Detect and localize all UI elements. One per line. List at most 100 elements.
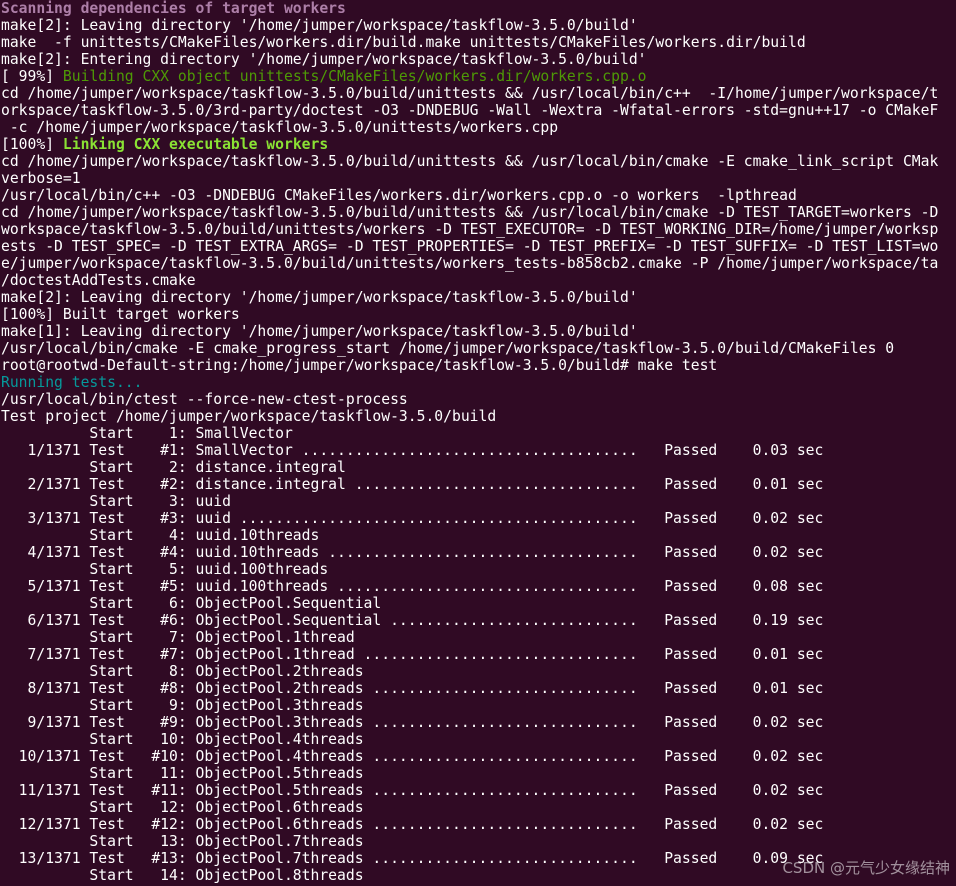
terminal-line-text: make[2]: Leaving directory '/home/jumper… bbox=[1, 289, 638, 306]
terminal-line-text: 8/1371 Test #8: ObjectPool.2threads ....… bbox=[1, 680, 824, 697]
terminal-line-highlight: Building CXX object unittests/CMakeFiles… bbox=[62, 68, 647, 85]
terminal-line-text: Start 1: SmallVector bbox=[1, 425, 293, 442]
terminal-line-text: 11/1371 Test #11: ObjectPool.5threads ..… bbox=[1, 782, 824, 799]
terminal-line: cd /home/jumper/workspace/taskflow-3.5.0… bbox=[0, 153, 956, 170]
terminal-line: verbose=1 bbox=[0, 170, 956, 187]
terminal-line-highlight: Linking CXX executable workers bbox=[62, 136, 329, 153]
terminal-line-text: verbose=1 bbox=[1, 170, 81, 187]
terminal-line: /usr/local/bin/ctest --force-new-ctest-p… bbox=[0, 391, 956, 408]
terminal-line: Start 2: distance.integral bbox=[0, 459, 956, 476]
terminal-line: cd /home/jumper/workspace/taskflow-3.5.0… bbox=[0, 85, 956, 102]
terminal-line-text: 3/1371 Test #3: uuid ...................… bbox=[1, 510, 824, 527]
terminal-line: 10/1371 Test #10: ObjectPool.4threads ..… bbox=[0, 748, 956, 765]
terminal-line-text: cd /home/jumper/workspace/taskflow-3.5.0… bbox=[1, 153, 939, 170]
terminal-line-text: 7/1371 Test #7: ObjectPool.1thread .....… bbox=[1, 646, 824, 663]
terminal-line: 6/1371 Test #6: ObjectPool.Sequential ..… bbox=[0, 612, 956, 629]
terminal-line-text: Start 14: ObjectPool.8threads bbox=[1, 867, 364, 884]
terminal-line-text: 6/1371 Test #6: ObjectPool.Sequential ..… bbox=[1, 612, 824, 629]
terminal-line: workspace/taskflow-3.5.0/build/unittests… bbox=[0, 221, 956, 238]
terminal-line: 2/1371 Test #2: distance.integral ......… bbox=[0, 476, 956, 493]
terminal-line-text: cd /home/jumper/workspace/taskflow-3.5.0… bbox=[1, 204, 939, 221]
terminal-line: Start 5: uuid.100threads bbox=[0, 561, 956, 578]
terminal-line-text: Start 4: uuid.10threads bbox=[1, 527, 320, 544]
terminal-line-text: make[2]: Entering directory '/home/jumpe… bbox=[1, 51, 647, 68]
terminal-line-text: Start 3: uuid bbox=[1, 493, 231, 510]
terminal-line-text: make -f unittests/CMakeFiles/workers.dir… bbox=[1, 34, 806, 51]
terminal-line: Start 6: ObjectPool.Sequential bbox=[0, 595, 956, 612]
terminal-line: make[2]: Entering directory '/home/jumpe… bbox=[0, 51, 956, 68]
terminal-line: Start 7: ObjectPool.1thread bbox=[0, 629, 956, 646]
terminal-line: 3/1371 Test #3: uuid ...................… bbox=[0, 510, 956, 527]
terminal-line-text: /usr/local/bin/cmake -E cmake_progress_s… bbox=[1, 340, 895, 357]
terminal-line-text: 5/1371 Test #5: uuid.100threads ........… bbox=[1, 578, 824, 595]
terminal-line: 8/1371 Test #8: ObjectPool.2threads ....… bbox=[0, 680, 956, 697]
terminal-line-text: Start 8: ObjectPool.2threads bbox=[1, 663, 364, 680]
terminal-line: Start 12: ObjectPool.6threads bbox=[0, 799, 956, 816]
terminal-line-text: 1/1371 Test #1: SmallVector ............… bbox=[1, 442, 824, 459]
terminal-line: [ 99%] Building CXX object unittests/CMa… bbox=[0, 68, 956, 85]
terminal-line-text: Scanning dependencies of target workers bbox=[1, 0, 346, 17]
terminal-line: e/jumper/workspace/taskflow-3.5.0/build/… bbox=[0, 255, 956, 272]
terminal-line-text: Start 11: ObjectPool.5threads bbox=[1, 765, 364, 782]
terminal-line-text: Running tests... bbox=[1, 374, 143, 391]
terminal-line: [100%] Linking CXX executable workers bbox=[0, 136, 956, 153]
terminal-line-text: e/jumper/workspace/taskflow-3.5.0/build/… bbox=[1, 255, 939, 272]
terminal-line: make -f unittests/CMakeFiles/workers.dir… bbox=[0, 34, 956, 51]
terminal-line-text: Start 6: ObjectPool.Sequential bbox=[1, 595, 382, 612]
terminal-line: Start 11: ObjectPool.5threads bbox=[0, 765, 956, 782]
terminal-line: orkspace/taskflow-3.5.0/3rd-party/doctes… bbox=[0, 102, 956, 119]
terminal-line: 9/1371 Test #9: ObjectPool.3threads ....… bbox=[0, 714, 956, 731]
terminal-line-text: /usr/local/bin/c++ -O3 -DNDEBUG CMakeFil… bbox=[1, 187, 797, 204]
terminal-line: Running tests... bbox=[0, 374, 956, 391]
terminal-line: Scanning dependencies of target workers bbox=[0, 0, 956, 17]
terminal-line-text: [100%] bbox=[1, 136, 63, 153]
terminal-line-text: root@rootwd-Default-string:/home/jumper/… bbox=[1, 357, 718, 374]
terminal-line-text: 13/1371 Test #13: ObjectPool.7threads ..… bbox=[1, 850, 824, 867]
terminal-line-text: 10/1371 Test #10: ObjectPool.4threads ..… bbox=[1, 748, 824, 765]
terminal-line: Start 13: ObjectPool.7threads bbox=[0, 833, 956, 850]
terminal-line-text: cd /home/jumper/workspace/taskflow-3.5.0… bbox=[1, 85, 939, 102]
terminal-line-text: orkspace/taskflow-3.5.0/3rd-party/doctes… bbox=[1, 102, 939, 119]
terminal-line-text: ests -D TEST_SPEC= -D TEST_EXTRA_ARGS= -… bbox=[1, 238, 939, 255]
terminal-line: /usr/local/bin/cmake -E cmake_progress_s… bbox=[0, 340, 956, 357]
terminal-line: Start 9: ObjectPool.3threads bbox=[0, 697, 956, 714]
terminal-line-text: Start 7: ObjectPool.1thread bbox=[1, 629, 355, 646]
terminal-line: 4/1371 Test #4: uuid.10threads .........… bbox=[0, 544, 956, 561]
terminal-line: Start 1: SmallVector bbox=[0, 425, 956, 442]
terminal-line: [100%] Built target workers bbox=[0, 306, 956, 323]
terminal-line-text: make[2]: Leaving directory '/home/jumper… bbox=[1, 17, 638, 34]
terminal-line: Test project /home/jumper/workspace/task… bbox=[0, 408, 956, 425]
terminal-line-text: workspace/taskflow-3.5.0/build/unittests… bbox=[1, 221, 939, 238]
terminal-line: make[2]: Leaving directory '/home/jumper… bbox=[0, 289, 956, 306]
terminal-line-text: /doctestAddTests.cmake bbox=[1, 272, 196, 289]
terminal-line: cd /home/jumper/workspace/taskflow-3.5.0… bbox=[0, 204, 956, 221]
terminal-line-text: Test project /home/jumper/workspace/task… bbox=[1, 408, 497, 425]
terminal-line: Start 3: uuid bbox=[0, 493, 956, 510]
terminal-line: 12/1371 Test #12: ObjectPool.6threads ..… bbox=[0, 816, 956, 833]
terminal-line: Start 4: uuid.10threads bbox=[0, 527, 956, 544]
terminal-line-text: [100%] Built target workers bbox=[1, 306, 240, 323]
terminal-line: 1/1371 Test #1: SmallVector ............… bbox=[0, 442, 956, 459]
terminal-line-text: -c /home/jumper/workspace/taskflow-3.5.0… bbox=[1, 119, 559, 136]
terminal-line-text: Start 10: ObjectPool.4threads bbox=[1, 731, 364, 748]
terminal-output[interactable]: Scanning dependencies of target workers m… bbox=[0, 0, 956, 886]
terminal-line: root@rootwd-Default-string:/home/jumper/… bbox=[0, 357, 956, 374]
terminal-line: ests -D TEST_SPEC= -D TEST_EXTRA_ARGS= -… bbox=[0, 238, 956, 255]
terminal-line: Start 10: ObjectPool.4threads bbox=[0, 731, 956, 748]
terminal-line-text: Start 13: ObjectPool.7threads bbox=[1, 833, 364, 850]
watermark: CSDN @元气少女缘结神 bbox=[782, 859, 950, 877]
terminal-line: /doctestAddTests.cmake bbox=[0, 272, 956, 289]
terminal-line-text: 2/1371 Test #2: distance.integral ......… bbox=[1, 476, 824, 493]
terminal-line-text: 9/1371 Test #9: ObjectPool.3threads ....… bbox=[1, 714, 824, 731]
terminal-line: 5/1371 Test #5: uuid.100threads ........… bbox=[0, 578, 956, 595]
terminal-line-text: 4/1371 Test #4: uuid.10threads .........… bbox=[1, 544, 824, 561]
terminal-line-text: Start 2: distance.integral bbox=[1, 459, 346, 476]
terminal-line: Start 8: ObjectPool.2threads bbox=[0, 663, 956, 680]
terminal-line: /usr/local/bin/c++ -O3 -DNDEBUG CMakeFil… bbox=[0, 187, 956, 204]
terminal-line-text: Start 9: ObjectPool.3threads bbox=[1, 697, 364, 714]
terminal-line-text: Start 5: uuid.100threads bbox=[1, 561, 329, 578]
terminal-line: 11/1371 Test #11: ObjectPool.5threads ..… bbox=[0, 782, 956, 799]
terminal-line: make[2]: Leaving directory '/home/jumper… bbox=[0, 17, 956, 34]
terminal-line-text: [ 99%] bbox=[1, 68, 63, 85]
terminal-line: make[1]: Leaving directory '/home/jumper… bbox=[0, 323, 956, 340]
